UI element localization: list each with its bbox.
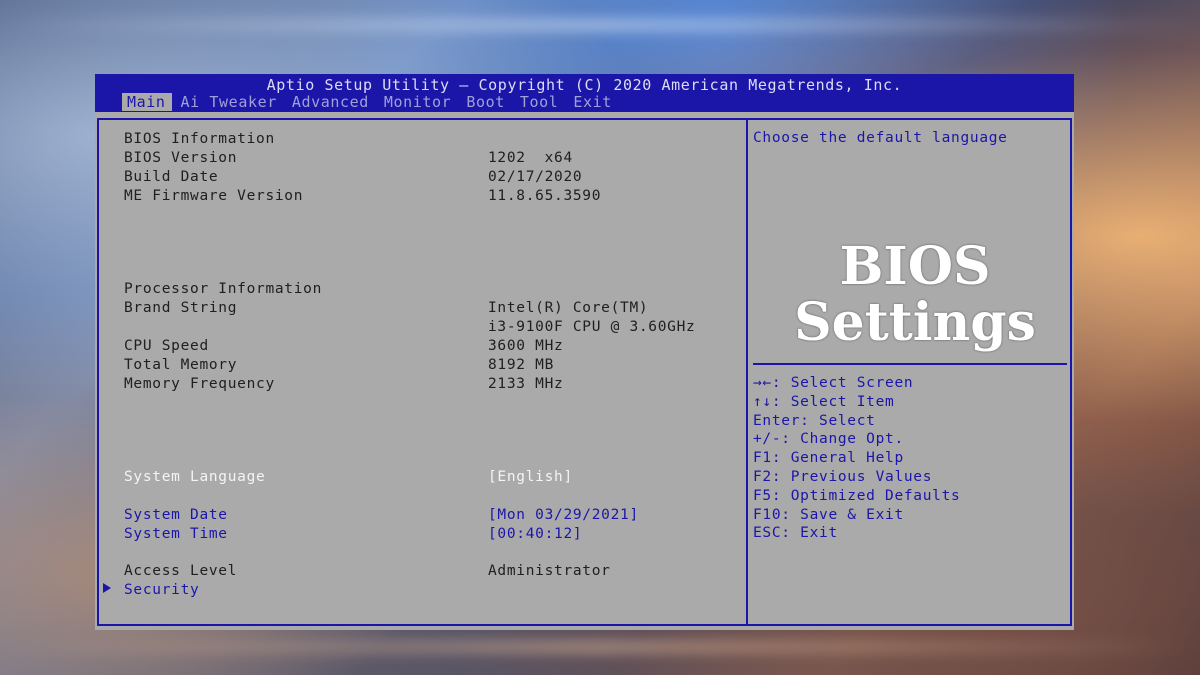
window-title: Aptio Setup Utility – Copyright (C) 2020… (266, 76, 903, 94)
build-date-label: Build Date (124, 169, 219, 185)
system-date-field[interactable]: [Mon 03/29/2021] (488, 506, 639, 525)
tab-monitor[interactable]: Monitor (379, 93, 457, 111)
key-hint-optimized-defaults: F5: Optimized Defaults (753, 487, 961, 504)
me-firmware-value: 11.8.65.3590 (488, 188, 602, 204)
access-level-value: Administrator (488, 563, 611, 579)
bios-version-value: 1202 x64 (488, 150, 573, 166)
key-hint-enter: Enter: Select (753, 412, 876, 429)
key-legend: →←: Select Screen ↑↓: Select Item Enter:… (753, 374, 960, 543)
bios-info-heading: BIOS Information (124, 131, 275, 147)
processor-info-heading: Processor Information (124, 281, 323, 297)
tab-ai-tweaker[interactable]: Ai Tweaker (176, 93, 283, 111)
system-time-label[interactable]: System Time (124, 525, 228, 544)
system-date-label[interactable]: System Date (124, 506, 228, 525)
me-firmware-label: ME Firmware Version (124, 188, 304, 204)
memory-frequency-label: Memory Frequency (124, 376, 275, 392)
background-streak (0, 18, 1200, 32)
tab-advanced[interactable]: Advanced (287, 93, 375, 111)
brand-string-value-line2: i3-9100F CPU @ 3.60GHz (488, 319, 696, 335)
tab-tool[interactable]: Tool (515, 93, 565, 111)
system-language-select[interactable]: [English] (488, 468, 573, 487)
key-hint-save-exit: F10: Save & Exit (753, 506, 904, 523)
overlay-title: BIOS Settings (760, 239, 1070, 351)
bios-version-label: BIOS Version (124, 150, 238, 166)
tab-boot[interactable]: Boot (461, 93, 511, 111)
key-hint-select-item: ↑↓: Select Item (753, 393, 895, 410)
tab-bar: Main Ai Tweaker Advanced Monitor Boot To… (122, 93, 622, 111)
key-hint-esc-exit: ESC: Exit (753, 525, 838, 542)
brand-string-label: Brand String (124, 300, 238, 316)
overlay-title-line2: Settings (794, 292, 1036, 353)
total-memory-value: 8192 MB (488, 357, 555, 373)
security-submenu[interactable]: Security (124, 581, 199, 600)
help-description: Choose the default language (753, 130, 1008, 146)
help-divider (753, 363, 1067, 365)
key-hint-select-screen: →←: Select Screen (753, 375, 914, 391)
system-language-label[interactable]: System Language (124, 468, 265, 487)
system-time-field[interactable]: [00:40:12] (488, 525, 582, 544)
key-hint-previous-values: F2: Previous Values (753, 468, 933, 485)
background-streak (0, 640, 1200, 654)
brand-string-value-line1: Intel(R) Core(TM) (488, 300, 649, 316)
memory-frequency-value: 2133 MHz (488, 376, 564, 392)
build-date-value: 02/17/2020 (488, 169, 583, 185)
total-memory-label: Total Memory (124, 357, 238, 373)
access-level-label: Access Level (124, 563, 238, 579)
cpu-speed-label: CPU Speed (124, 338, 209, 354)
tab-main[interactable]: Main (122, 93, 172, 111)
tab-exit[interactable]: Exit (568, 93, 618, 111)
title-bar: Aptio Setup Utility – Copyright (C) 2020… (95, 74, 1074, 112)
key-hint-change-opt: +/-: Change Opt. (753, 431, 904, 448)
cpu-speed-value: 3600 MHz (488, 338, 564, 354)
panel-divider (746, 118, 748, 626)
key-hint-general-help: F1: General Help (753, 450, 904, 467)
submenu-arrow-icon (103, 583, 111, 593)
bios-window: Aptio Setup Utility – Copyright (C) 2020… (95, 74, 1074, 630)
overlay-title-line1: BIOS (839, 236, 991, 297)
